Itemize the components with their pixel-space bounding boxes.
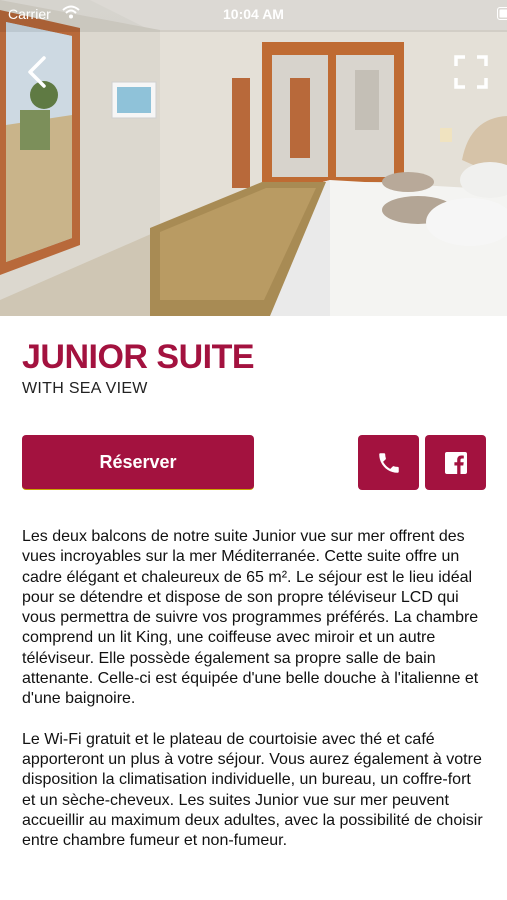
room-photo[interactable]: Carrier 10:04 AM <box>0 0 507 316</box>
room-subtitle: WITH SEA VIEW <box>22 380 148 397</box>
chevron-left-icon <box>28 56 46 88</box>
description-paragraph: Le Wi-Fi gratuit et le plateau de courto… <box>22 730 483 850</box>
room-title: JUNIOR SUITE <box>22 338 255 376</box>
status-time: 10:04 AM <box>223 6 284 22</box>
description-paragraph: Les deux balcons de notre suite Junior v… <box>22 528 479 708</box>
facebook-share-button[interactable] <box>425 435 486 490</box>
facebook-icon <box>444 451 467 474</box>
fullscreen-button[interactable] <box>453 54 489 90</box>
status-bar: Carrier 10:04 AM <box>0 0 507 28</box>
room-photo-illustration <box>0 0 507 316</box>
back-button[interactable] <box>22 52 58 92</box>
room-description: Les deux balcons de notre suite Junior v… <box>22 527 488 871</box>
expand-icon <box>454 55 488 89</box>
reserve-button[interactable]: Réserver <box>22 435 254 490</box>
phone-icon <box>378 452 399 473</box>
call-button[interactable] <box>358 435 419 490</box>
